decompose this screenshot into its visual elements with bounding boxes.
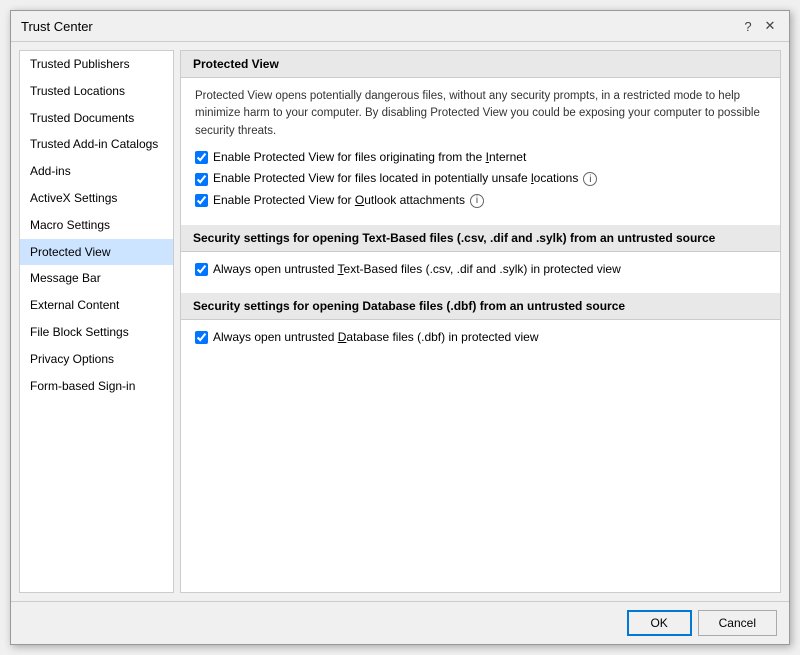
ok-button[interactable]: OK [627, 610, 692, 636]
sidebar-item-message-bar[interactable]: Message Bar [20, 265, 173, 292]
section3-header: Security settings for opening Database f… [181, 293, 780, 320]
sidebar-item-trusted-locations[interactable]: Trusted Locations [20, 78, 173, 105]
sidebar-item-privacy-options[interactable]: Privacy Options [20, 346, 173, 373]
checkbox-textbased-label: Always open untrusted Text-Based files (… [213, 262, 621, 278]
info-icon-outlook[interactable]: i [470, 194, 484, 208]
section1-description: Protected View opens potentially dangero… [195, 88, 766, 140]
checkbox-database[interactable] [195, 331, 208, 344]
checkbox-internet-label: Enable Protected View for files originat… [213, 150, 526, 166]
sidebar-item-trusted-documents[interactable]: Trusted Documents [20, 105, 173, 132]
sidebar-item-external-content[interactable]: External Content [20, 292, 173, 319]
section1-header: Protected View [181, 51, 780, 78]
checkbox-outlook[interactable] [195, 194, 208, 207]
checkbox-database-row: Always open untrusted Database files (.d… [195, 330, 766, 346]
checkbox-unsafe[interactable] [195, 173, 208, 186]
checkbox-textbased[interactable] [195, 263, 208, 276]
section3-body: Always open untrusted Database files (.d… [181, 320, 780, 362]
title-bar: Trust Center ? ✕ [11, 11, 789, 42]
checkbox-unsafe-label: Enable Protected View for files located … [213, 171, 578, 187]
sidebar-item-activex-settings[interactable]: ActiveX Settings [20, 185, 173, 212]
checkbox-outlook-label: Enable Protected View for Outlook attach… [213, 193, 465, 209]
sidebar: Trusted PublishersTrusted LocationsTrust… [19, 50, 174, 593]
title-bar-controls: ? ✕ [739, 17, 779, 35]
sidebar-item-protected-view[interactable]: Protected View [20, 239, 173, 266]
checkbox-internet[interactable] [195, 151, 208, 164]
checkbox-database-label: Always open untrusted Database files (.d… [213, 330, 539, 346]
checkbox-outlook-row: Enable Protected View for Outlook attach… [195, 193, 766, 209]
sidebar-item-macro-settings[interactable]: Macro Settings [20, 212, 173, 239]
sidebar-item-add-ins[interactable]: Add-ins [20, 158, 173, 185]
dialog-footer: OK Cancel [11, 601, 789, 644]
sidebar-item-form-based-sign-in[interactable]: Form-based Sign-in [20, 373, 173, 400]
cancel-button[interactable]: Cancel [698, 610, 777, 636]
section1-body: Protected View opens potentially dangero… [181, 78, 780, 225]
dialog-body: Trusted PublishersTrusted LocationsTrust… [11, 42, 789, 601]
section2-body: Always open untrusted Text-Based files (… [181, 252, 780, 294]
sidebar-item-trusted-publishers[interactable]: Trusted Publishers [20, 51, 173, 78]
sidebar-item-trusted-addin-catalogs[interactable]: Trusted Add-in Catalogs [20, 131, 173, 158]
sidebar-item-file-block-settings[interactable]: File Block Settings [20, 319, 173, 346]
checkbox-unsafe-row: Enable Protected View for files located … [195, 171, 766, 187]
checkbox-internet-row: Enable Protected View for files originat… [195, 150, 766, 166]
checkbox-textbased-row: Always open untrusted Text-Based files (… [195, 262, 766, 278]
section2-header: Security settings for opening Text-Based… [181, 225, 780, 252]
main-content: Protected View Protected View opens pote… [180, 50, 781, 593]
help-button[interactable]: ? [739, 17, 757, 35]
dialog-title: Trust Center [21, 19, 93, 34]
info-icon-unsafe[interactable]: i [583, 172, 597, 186]
close-button[interactable]: ✕ [761, 17, 779, 35]
trust-center-dialog: Trust Center ? ✕ Trusted PublishersTrust… [10, 10, 790, 645]
